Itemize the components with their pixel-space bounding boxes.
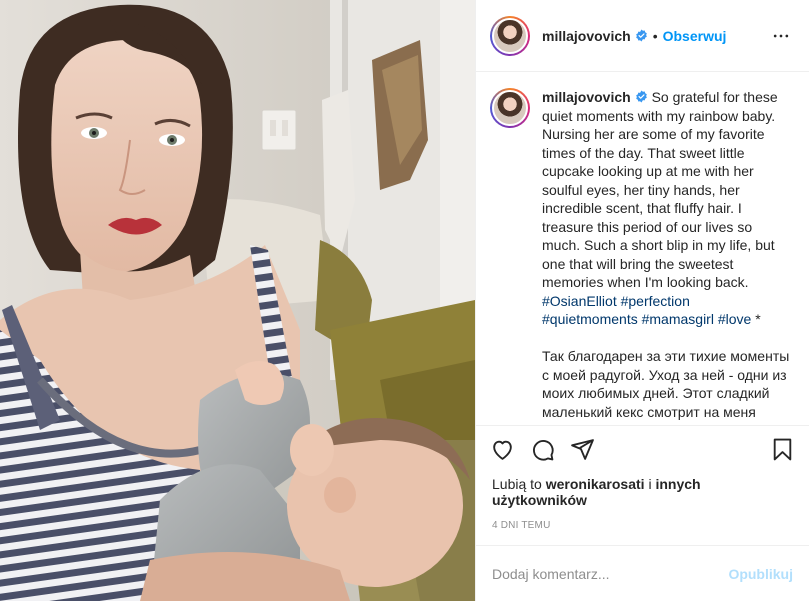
verified-badge-icon [635, 90, 647, 103]
caption-author-avatar[interactable] [490, 88, 530, 128]
share-button[interactable] [570, 432, 610, 466]
comment-input[interactable] [492, 565, 729, 582]
heart-icon [493, 440, 512, 460]
post-timestamp[interactable]: 4 DNI TEMU [476, 508, 809, 545]
caption-english: So grateful for these quiet moments with… [542, 89, 782, 290]
avatar-image [492, 17, 528, 54]
caption: millajovovich So grateful for these quie… [542, 88, 793, 425]
hashtags-suffix: * [751, 311, 761, 327]
likes-prefix: Lubią to [492, 476, 542, 492]
instagram-post: millajovovich • Obserwuj millajovovich S… [0, 0, 809, 601]
avatar-image [492, 90, 528, 126]
post-photo[interactable] [0, 0, 475, 601]
author-avatar[interactable] [490, 15, 530, 56]
bookmark-icon [773, 438, 792, 460]
follow-button[interactable]: Obserwuj [663, 28, 727, 44]
publish-button[interactable]: Opublikuj [728, 566, 793, 582]
caption-row: millajovovich So grateful for these quie… [490, 88, 793, 425]
comments-area[interactable]: millajovovich So grateful for these quie… [476, 72, 809, 425]
caption-russian: Так благодарен за эти тихие моменты с мо… [542, 348, 790, 425]
more-options-dots [773, 34, 789, 37]
paper-plane-icon [571, 438, 594, 460]
author-username[interactable]: millajovovich [542, 28, 631, 44]
caption-username[interactable]: millajovovich [542, 89, 631, 105]
post-header: millajovovich • Obserwuj [476, 0, 809, 72]
save-button[interactable] [755, 432, 795, 466]
likes-user-link[interactable]: weronikarosati [546, 476, 645, 492]
likes-summary: Lubią to weronikarosati i innych użytkow… [476, 466, 809, 508]
photo-illustration [0, 0, 475, 601]
comment-bubble-icon [532, 439, 554, 461]
like-button[interactable] [490, 432, 530, 466]
post-side-panel: millajovovich • Obserwuj millajovovich S… [475, 0, 809, 601]
hashtags-line-1[interactable]: #OsianElliot #perfection [542, 293, 690, 309]
comment-form: Opublikuj [476, 545, 809, 601]
likes-joiner: i [648, 476, 652, 492]
header-separator: • [652, 27, 658, 44]
verified-badge-icon [635, 29, 647, 42]
more-options-icon[interactable] [769, 24, 793, 48]
action-icons-row [476, 426, 809, 466]
comment-button[interactable] [530, 432, 570, 466]
actions-area: Lubią to weronikarosati i innych użytkow… [476, 425, 809, 601]
hashtags-line-2[interactable]: #quietmoments #mamasgirl #love [542, 311, 751, 327]
